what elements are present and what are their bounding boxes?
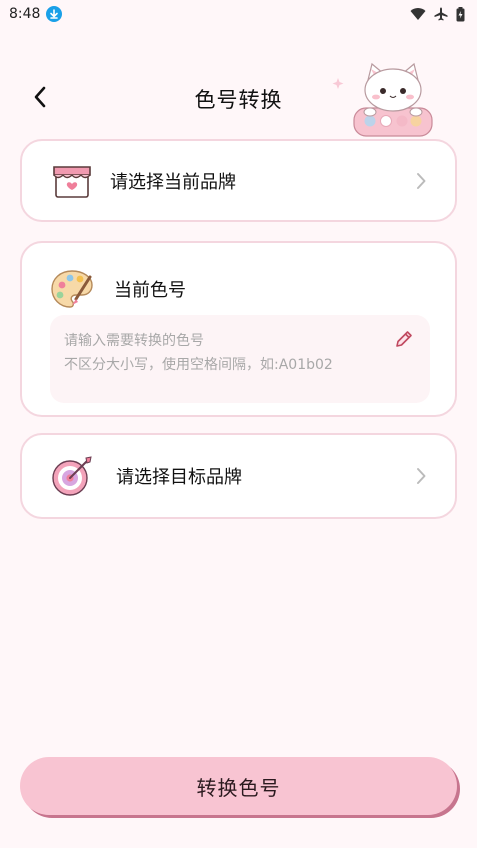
- header: 色号转换: [0, 60, 477, 140]
- source-brand-card[interactable]: 请选择当前品牌: [20, 139, 457, 222]
- target-brand-label: 请选择目标品牌: [116, 467, 242, 488]
- battery-icon: [456, 6, 465, 21]
- download-icon: [46, 6, 63, 22]
- input-placeholder-line2: 不区分大小写，使用空格间隔，如:A01b02: [64, 357, 333, 373]
- pencil-icon[interactable]: [394, 329, 414, 349]
- cat-mascot-icon: [332, 62, 433, 137]
- chevron-right-icon: [417, 172, 426, 189]
- target-icon: [52, 456, 92, 496]
- status-time: 8:48: [9, 6, 41, 22]
- current-color-card: 当前色号 请输入需要转换的色号 不区分大小写，使用空格间隔，如:A01b02: [20, 241, 457, 417]
- status-bar: 8:48: [0, 0, 477, 28]
- target-brand-card[interactable]: 请选择目标品牌: [20, 433, 457, 519]
- store-icon: [53, 165, 91, 198]
- wifi-icon: [410, 8, 426, 20]
- input-placeholder-line1: 请输入需要转换的色号: [64, 333, 204, 349]
- color-code-input[interactable]: 请输入需要转换的色号 不区分大小写，使用空格间隔，如:A01b02: [50, 315, 430, 403]
- palette-icon: [51, 270, 93, 308]
- chevron-right-icon: [417, 468, 426, 484]
- current-color-label: 当前色号: [114, 280, 186, 301]
- source-brand-label: 请选择当前品牌: [110, 171, 236, 193]
- convert-button[interactable]: 转换色号: [20, 757, 457, 815]
- airplane-icon: [434, 7, 448, 21]
